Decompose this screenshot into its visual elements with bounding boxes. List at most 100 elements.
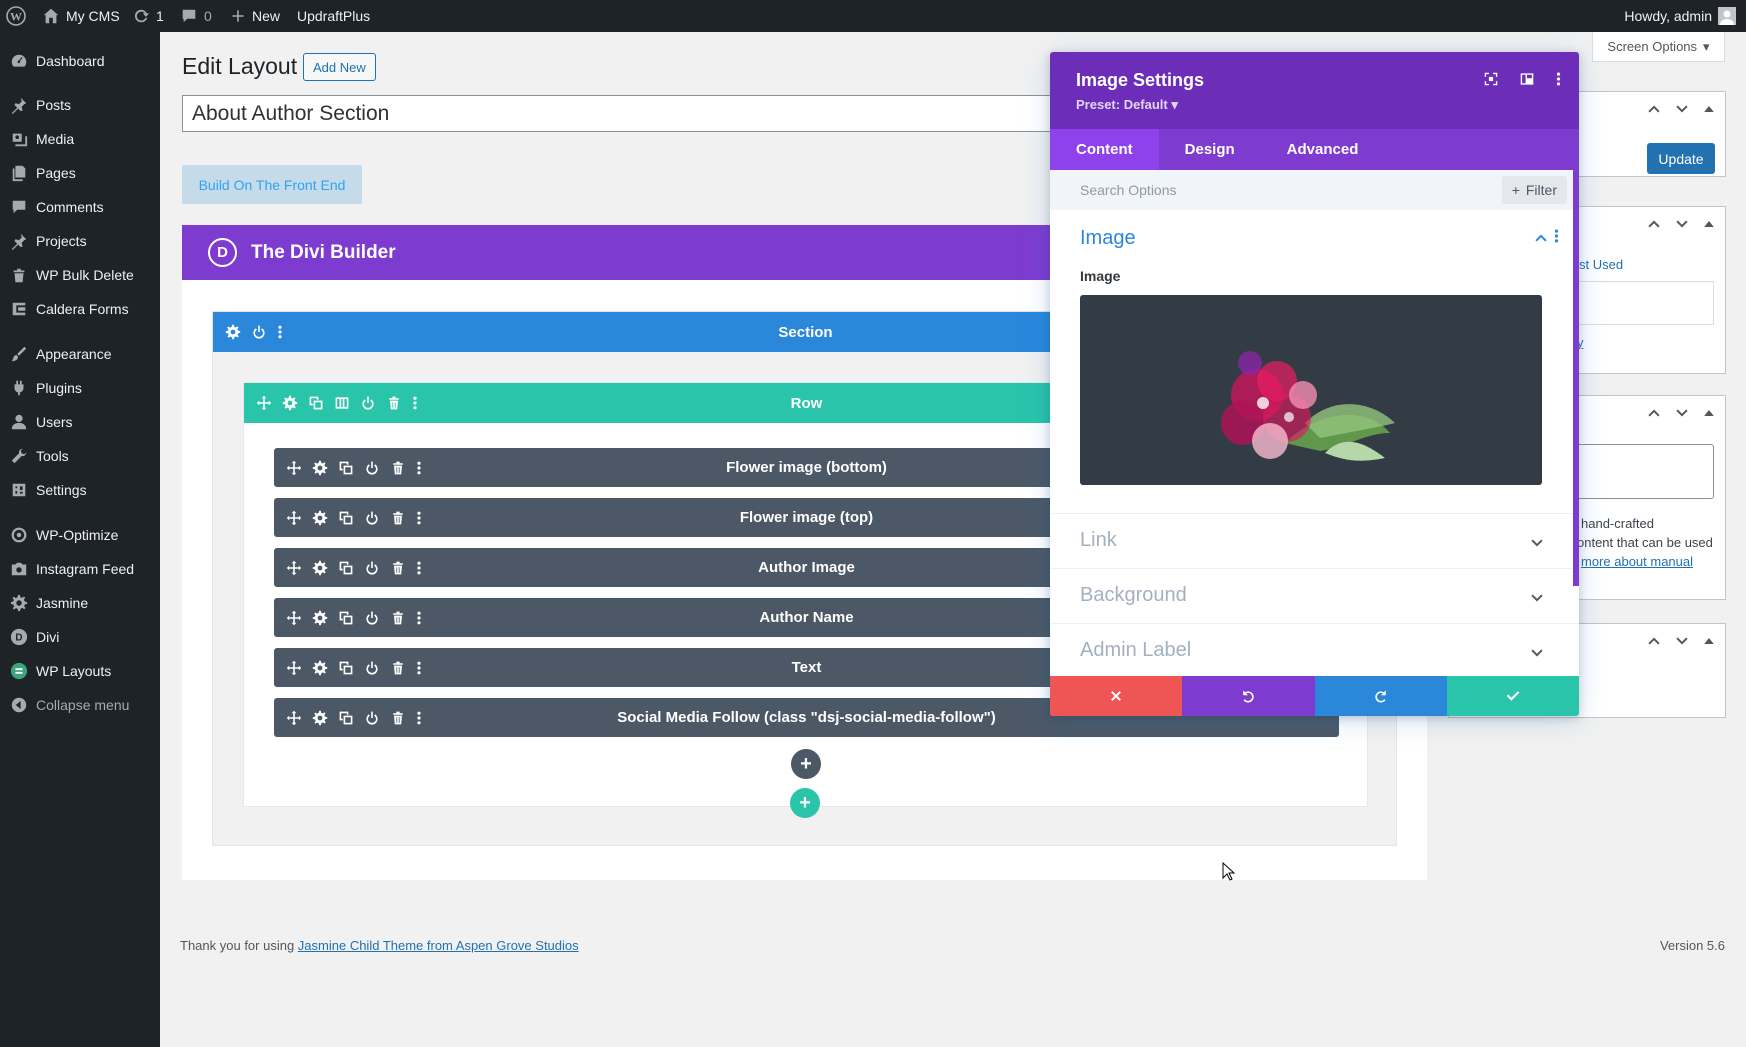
excerpt-textarea[interactable] — [1567, 444, 1714, 499]
trash-icon[interactable] — [390, 610, 406, 626]
trash-icon[interactable] — [390, 710, 406, 726]
search-options-input[interactable]: Search Options + Filter — [1050, 170, 1579, 210]
sidebar-item-pages[interactable]: Pages — [0, 156, 160, 190]
chevron-up-icon[interactable] — [1647, 406, 1661, 420]
toggle-up-icon[interactable] — [1703, 406, 1715, 420]
sidebar-item-plugins[interactable]: Plugins — [0, 371, 160, 405]
screen-options-button[interactable]: Screen Options ▾ — [1592, 32, 1725, 62]
move-icon[interactable] — [286, 460, 302, 476]
tab-design[interactable]: Design — [1159, 129, 1261, 170]
link-group-title[interactable]: Link — [1080, 529, 1117, 552]
learn-more-link[interactable]: more about manual — [1581, 554, 1693, 569]
more-icon[interactable] — [412, 395, 418, 411]
new-content-link[interactable]: New — [230, 0, 280, 32]
power-icon[interactable] — [360, 395, 376, 411]
admin-label-group-title[interactable]: Admin Label — [1080, 639, 1191, 662]
more-icon[interactable] — [416, 710, 422, 726]
gear-icon[interactable] — [312, 610, 328, 626]
gear-icon[interactable] — [312, 660, 328, 676]
sidebar-item-posts[interactable]: Posts — [0, 88, 160, 122]
chevron-up-icon[interactable] — [1534, 231, 1548, 245]
move-icon[interactable] — [286, 710, 302, 726]
more-icon[interactable] — [1556, 72, 1561, 86]
image-upload-preview[interactable] — [1080, 295, 1542, 485]
power-icon[interactable] — [364, 660, 380, 676]
gear-icon[interactable] — [225, 324, 241, 340]
sidebar-item-tools[interactable]: Tools — [0, 439, 160, 473]
chevron-down-icon[interactable] — [1675, 217, 1689, 231]
wordpress-logo-icon[interactable]: W — [6, 0, 26, 32]
sidebar-item-dashboard[interactable]: Dashboard — [0, 44, 160, 78]
sidebar-item-wp-bulk-delete[interactable]: WP Bulk Delete — [0, 258, 160, 292]
trash-icon[interactable] — [390, 510, 406, 526]
chevron-down-icon[interactable] — [1530, 646, 1544, 660]
sidebar-item-media[interactable]: Media — [0, 122, 160, 156]
move-icon[interactable] — [286, 560, 302, 576]
sidebar-item-projects[interactable]: Projects — [0, 224, 160, 258]
power-icon[interactable] — [251, 324, 267, 340]
chevron-down-icon[interactable] — [1530, 591, 1544, 605]
more-icon[interactable] — [416, 510, 422, 526]
undo-button[interactable] — [1182, 676, 1315, 716]
chevron-down-icon[interactable] — [1675, 102, 1689, 116]
gear-icon[interactable] — [312, 510, 328, 526]
sidebar-item-users[interactable]: Users — [0, 405, 160, 439]
add-new-button[interactable]: Add New — [303, 53, 376, 81]
tab-advanced[interactable]: Advanced — [1261, 129, 1385, 170]
gear-icon[interactable] — [312, 710, 328, 726]
add-module-button[interactable]: + — [791, 749, 821, 779]
expand-icon[interactable] — [1484, 72, 1498, 86]
title-input[interactable]: About Author Section — [182, 95, 1082, 132]
my-account-link[interactable]: Howdy, admin — [1624, 0, 1736, 32]
toggle-up-icon[interactable] — [1703, 102, 1715, 116]
sidebar-item-jasmine[interactable]: Jasmine — [0, 586, 160, 620]
move-icon[interactable] — [256, 395, 272, 411]
site-name-link[interactable]: My CMS — [42, 0, 120, 32]
resize-handle-icon[interactable] — [1561, 697, 1579, 715]
add-row-button[interactable]: + — [790, 788, 820, 818]
more-icon[interactable] — [416, 660, 422, 676]
sidebar-item-wp-optimize[interactable]: WP-Optimize — [0, 518, 160, 552]
move-icon[interactable] — [286, 610, 302, 626]
sidebar-item-caldera-forms[interactable]: Caldera Forms — [0, 292, 160, 326]
duplicate-icon[interactable] — [338, 660, 354, 676]
updates-link[interactable]: 1 — [132, 0, 164, 32]
group-more-icon[interactable] — [1554, 229, 1559, 243]
sidebar-item-instagram-feed[interactable]: Instagram Feed — [0, 552, 160, 586]
chevron-down-icon[interactable] — [1675, 634, 1689, 648]
image-group-title[interactable]: Image — [1080, 227, 1136, 250]
duplicate-icon[interactable] — [308, 395, 324, 411]
power-icon[interactable] — [364, 510, 380, 526]
duplicate-icon[interactable] — [338, 610, 354, 626]
more-icon[interactable] — [416, 460, 422, 476]
trash-icon[interactable] — [390, 560, 406, 576]
split-view-icon[interactable] — [1520, 72, 1534, 86]
trash-icon[interactable] — [390, 660, 406, 676]
duplicate-icon[interactable] — [338, 710, 354, 726]
sidebar-item-divi[interactable]: D Divi — [0, 620, 160, 654]
chevron-up-icon[interactable] — [1647, 102, 1661, 116]
move-icon[interactable] — [286, 660, 302, 676]
tab-content[interactable]: Content — [1050, 129, 1159, 170]
power-icon[interactable] — [364, 560, 380, 576]
toggle-up-icon[interactable] — [1703, 217, 1715, 231]
chevron-up-icon[interactable] — [1647, 634, 1661, 648]
toggle-up-icon[interactable] — [1703, 634, 1715, 648]
duplicate-icon[interactable] — [338, 460, 354, 476]
sidebar-item-comments[interactable]: Comments — [0, 190, 160, 224]
collapse-menu-button[interactable]: Collapse menu — [0, 688, 160, 722]
sidebar-item-settings[interactable]: Settings — [0, 473, 160, 507]
build-on-front-end-button[interactable]: Build On The Front End — [182, 165, 362, 204]
save-button[interactable] — [1446, 676, 1579, 716]
more-icon[interactable] — [277, 324, 283, 340]
updraftplus-link[interactable]: UpdraftPlus — [297, 0, 370, 32]
trash-icon[interactable] — [386, 395, 402, 411]
comments-link[interactable]: 0 — [180, 0, 212, 32]
trash-icon[interactable] — [390, 460, 406, 476]
update-button[interactable]: Update — [1647, 143, 1715, 174]
columns-icon[interactable] — [334, 395, 350, 411]
redo-button[interactable] — [1314, 676, 1447, 716]
sidebar-item-wp-layouts[interactable]: WP Layouts — [0, 654, 160, 688]
duplicate-icon[interactable] — [338, 510, 354, 526]
chevron-down-icon[interactable] — [1675, 406, 1689, 420]
